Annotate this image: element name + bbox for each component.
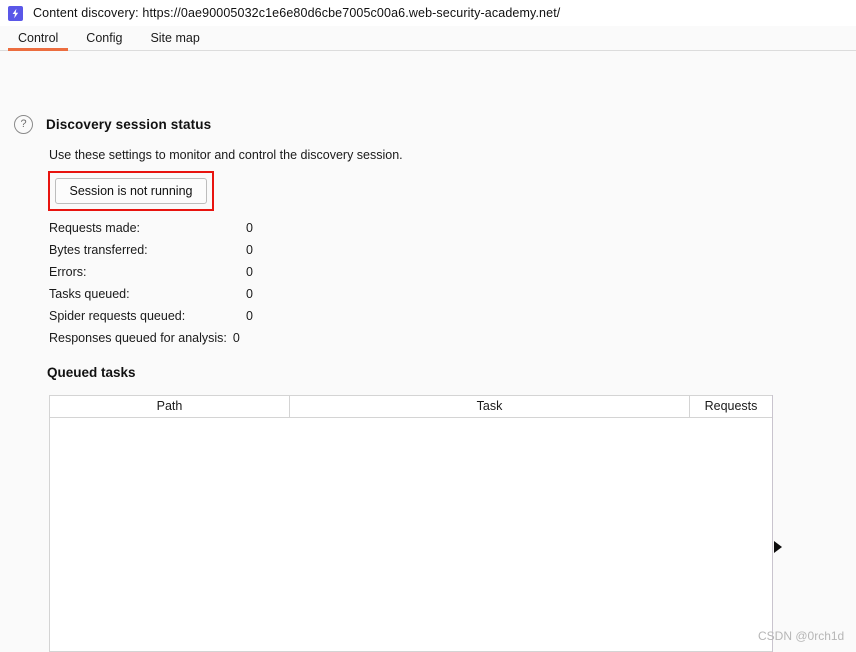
lightning-bolt-icon: [8, 5, 23, 21]
window-title-bar: Content discovery: https://0ae90005032c1…: [0, 0, 856, 26]
panel-splitter[interactable]: [772, 395, 773, 652]
session-toggle-button[interactable]: Session is not running: [55, 178, 207, 204]
stat-label-requests-made: Requests made:: [49, 221, 141, 235]
stat-label-errors: Errors:: [49, 265, 87, 279]
stat-value-bytes-transferred: 0: [246, 243, 253, 257]
stat-value-spider-requests-queued: 0: [246, 309, 253, 323]
stat-row: Spider requests queued: 0: [49, 305, 253, 327]
stat-row: Bytes transferred: 0: [49, 239, 253, 261]
control-panel: ? Discovery session status Use these set…: [0, 51, 856, 652]
stat-value-tasks-queued: 0: [246, 287, 253, 301]
queued-tasks-title: Queued tasks: [47, 365, 136, 380]
stat-label-responses-queued-for-analysis: Responses queued for analysis:: [49, 331, 227, 345]
discovery-session-status-header: ? Discovery session status: [14, 115, 211, 134]
table-header-row: Path Task Requests: [50, 396, 772, 418]
stat-label-bytes-transferred: Bytes transferred:: [49, 243, 148, 257]
stat-value-errors: 0: [246, 265, 253, 279]
queued-tasks-table: Path Task Requests: [49, 395, 773, 652]
table-body[interactable]: [50, 418, 772, 651]
help-icon[interactable]: ?: [14, 115, 33, 134]
column-header-path[interactable]: Path: [50, 396, 290, 417]
stat-value-requests-made: 0: [246, 221, 253, 235]
stat-row: Requests made: 0: [49, 217, 253, 239]
stat-row: Tasks queued: 0: [49, 283, 253, 305]
section-description: Use these settings to monitor and contro…: [49, 148, 403, 162]
tab-config[interactable]: Config: [72, 31, 136, 50]
window-title: Content discovery: https://0ae90005032c1…: [33, 6, 561, 20]
tab-site-map[interactable]: Site map: [136, 31, 213, 50]
stat-row: Responses queued for analysis: 0: [49, 327, 249, 349]
tab-bar: Control Config Site map: [0, 26, 856, 51]
stat-value-responses-queued-for-analysis: 0: [232, 331, 240, 345]
watermark: CSDN @0rch1d: [758, 629, 845, 643]
stat-row: Errors: 0: [49, 261, 253, 283]
column-header-requests[interactable]: Requests: [690, 396, 772, 417]
stat-label-tasks-queued: Tasks queued:: [49, 287, 130, 301]
stat-label-spider-requests-queued: Spider requests queued:: [49, 309, 186, 323]
page-title: Discovery session status: [46, 117, 212, 132]
tab-control[interactable]: Control: [4, 31, 72, 51]
session-statistics-list: Requests made: 0 Bytes transferred: 0 Er…: [49, 217, 253, 349]
triangle-right-icon[interactable]: [774, 541, 782, 553]
column-header-task[interactable]: Task: [290, 396, 690, 417]
